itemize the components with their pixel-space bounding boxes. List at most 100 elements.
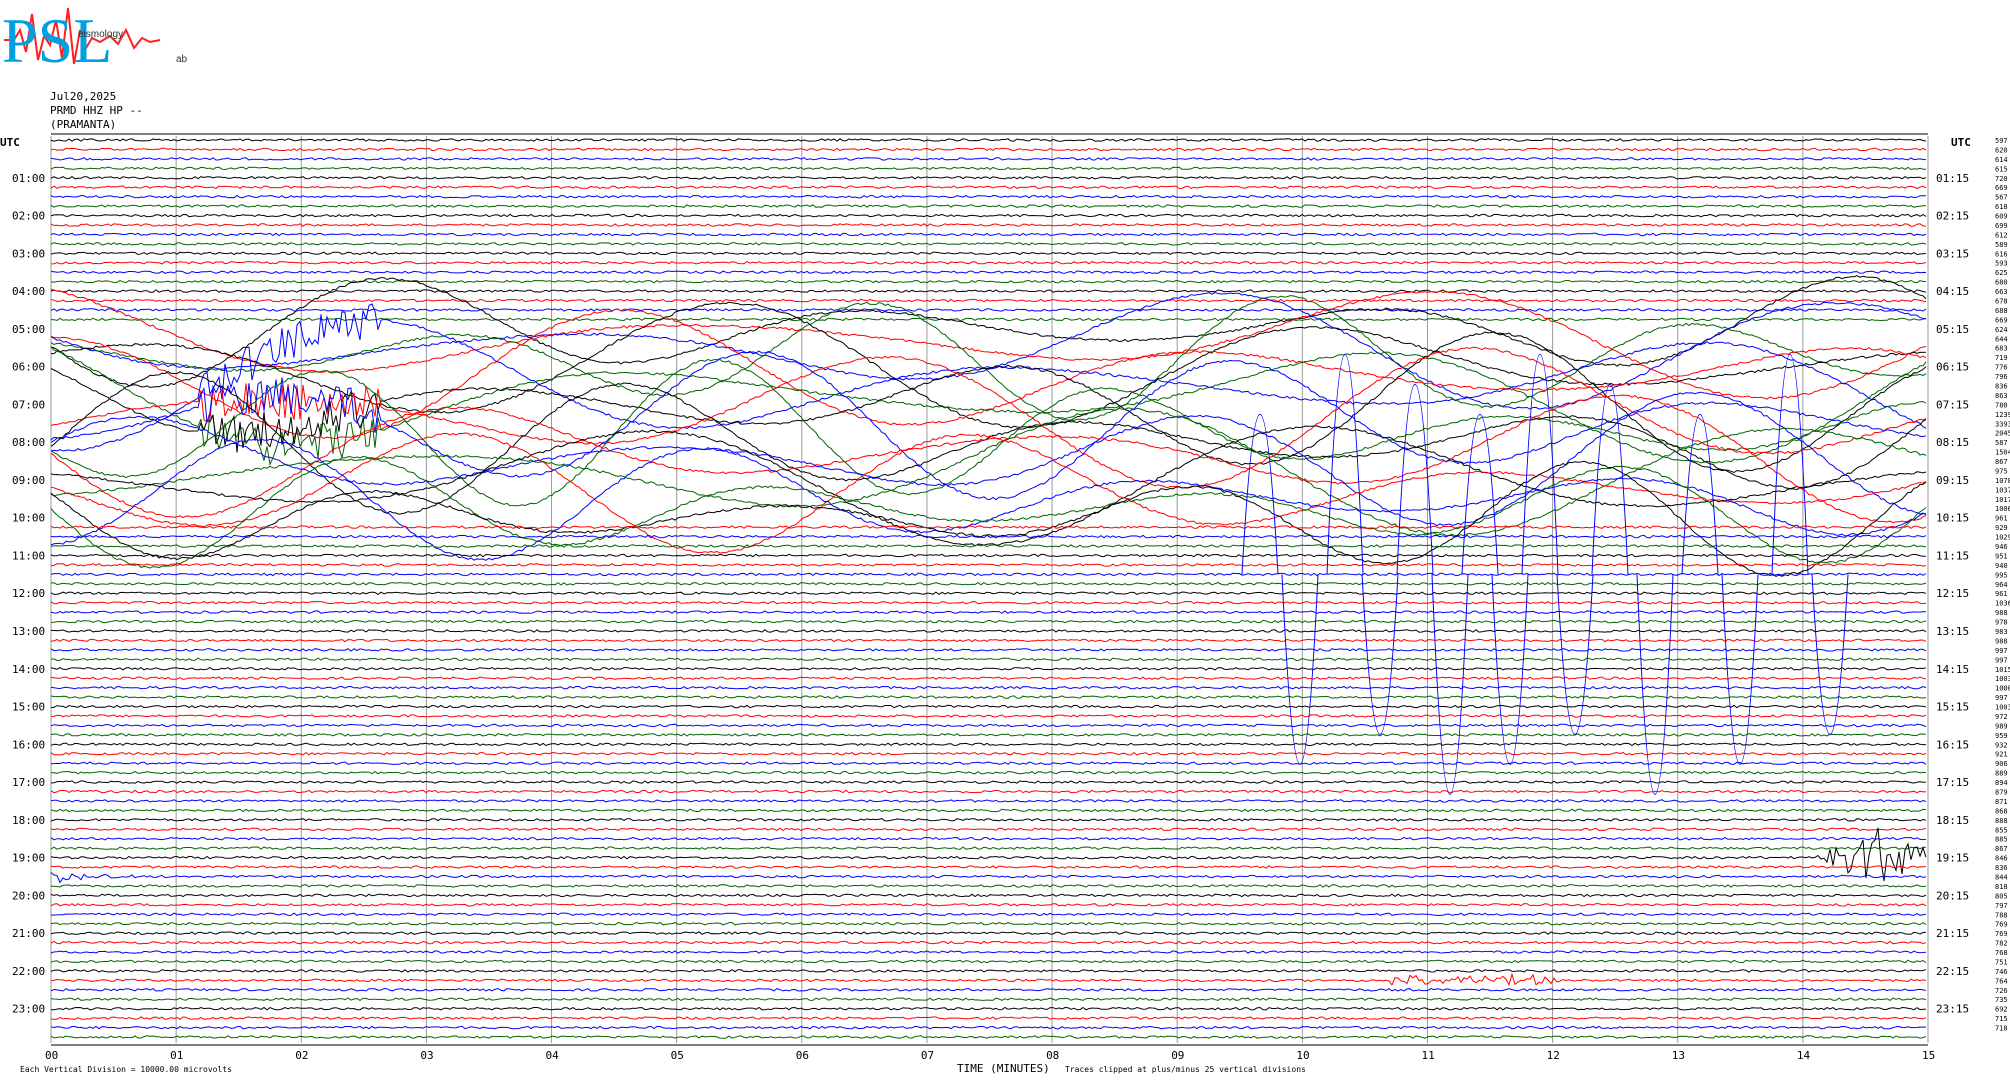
- seismic-trace: [50, 303, 1927, 452]
- hour-label-left: 02:00: [12, 210, 45, 223]
- hour-label-right: 08:15: [1936, 436, 1969, 449]
- hour-label-right: 05:15: [1936, 323, 1969, 336]
- hour-label-left: 15:00: [12, 701, 45, 714]
- hour-label-left: 12:00: [12, 587, 45, 600]
- seismic-trace: [50, 751, 1927, 756]
- trace-value: 625: [1995, 269, 2008, 277]
- trace-value: 567: [1995, 194, 2008, 202]
- trace-value: 769: [1995, 930, 2008, 938]
- trace-value: 951: [1995, 552, 2008, 560]
- x-tick-label: 07: [921, 1049, 934, 1062]
- x-tick-label: 05: [671, 1049, 684, 1062]
- trace-value: 699: [1995, 222, 2008, 230]
- seismic-trace: [50, 251, 1927, 256]
- seismic-trace: [50, 1025, 1927, 1030]
- seismic-trace: [50, 610, 1927, 614]
- hour-label-right: 17:15: [1936, 776, 1969, 789]
- trace-value: 978: [1995, 619, 2008, 627]
- trace-value: 906: [1995, 760, 2008, 768]
- trace-value: 964: [1995, 581, 2008, 589]
- trace-value: 867: [1995, 458, 2008, 466]
- trace-value: 961: [1995, 515, 2008, 523]
- seismic-trace: [51, 638, 1927, 643]
- seismic-trace: [50, 789, 1927, 794]
- trace-value: 620: [1995, 146, 2008, 154]
- seismic-trace: [50, 959, 1927, 964]
- seismic-trace: [50, 808, 1927, 813]
- seismic-trace: [50, 676, 1927, 680]
- vertical-grid: [50, 136, 1929, 1043]
- seismic-trace: [50, 581, 1927, 586]
- seismic-trace: [50, 371, 1927, 515]
- trace-value: 669: [1995, 184, 2008, 192]
- trace-value: 715: [1995, 1015, 2008, 1023]
- seismic-trace: [50, 534, 1927, 539]
- trace-value: 644: [1995, 335, 2008, 343]
- trace-value: 589: [1995, 241, 2008, 249]
- trace-value: 616: [1995, 250, 2008, 258]
- trace-value: 871: [1995, 798, 2008, 806]
- seismic-trace: [50, 175, 1927, 180]
- seismic-trace: [50, 695, 1927, 699]
- x-tick-label: 01: [170, 1049, 183, 1062]
- seismic-trace: [50, 1016, 1927, 1020]
- seismic-trace: [50, 836, 1927, 841]
- x-tick-labels: 00 01 02 03 04 05 06 07 08 09 10 11 12 13 14 15: [45, 1049, 1935, 1062]
- seismic-trace: [50, 185, 1927, 189]
- left-axis-title: UTC: [0, 136, 20, 149]
- seismic-trace: [50, 544, 1927, 548]
- x-tick-label: 10: [1296, 1049, 1309, 1062]
- trace-value: 718: [1995, 1025, 2008, 1033]
- seismic-trace: [50, 138, 1927, 142]
- trace-value: 597: [1995, 137, 2008, 145]
- x-tick-label: 09: [1171, 1049, 1184, 1062]
- trace-value: 885: [1995, 836, 2008, 844]
- x-tick-label: 00: [45, 1049, 58, 1062]
- x-tick-label: 06: [796, 1049, 809, 1062]
- seismic-trace: [50, 780, 1927, 784]
- hour-label-left: 21:00: [12, 927, 45, 940]
- hour-label-left: 13:00: [12, 625, 45, 638]
- seismic-trace: [50, 940, 1927, 945]
- trace-value: 867: [1995, 845, 2008, 853]
- trace-value: 764: [1995, 977, 2008, 985]
- trace-value: 1000: [1995, 685, 2010, 693]
- seismic-trace: [50, 298, 1927, 303]
- trace-value: 726: [1995, 987, 2008, 995]
- hour-label-right: 01:15: [1936, 172, 1969, 185]
- trace-value: 889: [1995, 770, 2008, 778]
- x-tick-label: 14: [1797, 1049, 1811, 1062]
- clipped-wave: [1431, 574, 1469, 795]
- trace-value: 720: [1995, 175, 2008, 183]
- trace-value: 797: [1995, 902, 2008, 910]
- trace-value: 868: [1995, 807, 2008, 815]
- seismic-trace: [50, 194, 1927, 199]
- seismic-trace: [50, 714, 1927, 718]
- trace-value: 863: [1995, 392, 2008, 400]
- seismic-trace: [50, 950, 1927, 954]
- hour-label-right: 02:15: [1936, 210, 1969, 223]
- trace-value: 683: [1995, 345, 2008, 353]
- seismic-trace: [50, 629, 1927, 633]
- trace-value: 618: [1995, 203, 2008, 211]
- hour-label-right: 09:15: [1936, 474, 1969, 487]
- seismic-trace: [50, 865, 1927, 869]
- seismic-trace: [50, 704, 1927, 709]
- trace-value: 946: [1995, 543, 2008, 551]
- trace-value: 894: [1995, 779, 2008, 787]
- trace-value: 836: [1995, 864, 2008, 872]
- trace-value: 929: [1995, 524, 2008, 532]
- trace-value: 972: [1995, 713, 2008, 721]
- hour-label-left: 23:00: [12, 1003, 45, 1016]
- trace-value: 2045: [1995, 430, 2010, 438]
- x-tick-label: 02: [295, 1049, 308, 1062]
- clipped-wave: [1241, 414, 1279, 575]
- seismic-trace: [50, 147, 1927, 152]
- hour-label-left: 14:00: [12, 663, 45, 676]
- trace-value: 1017: [1995, 496, 2010, 504]
- seismic-trace: [51, 884, 1927, 888]
- hour-label-right: 11:15: [1936, 549, 1969, 562]
- trace-value: 678: [1995, 298, 2008, 306]
- trace-value: 921: [1995, 751, 2008, 759]
- seismic-trace: [50, 921, 1927, 926]
